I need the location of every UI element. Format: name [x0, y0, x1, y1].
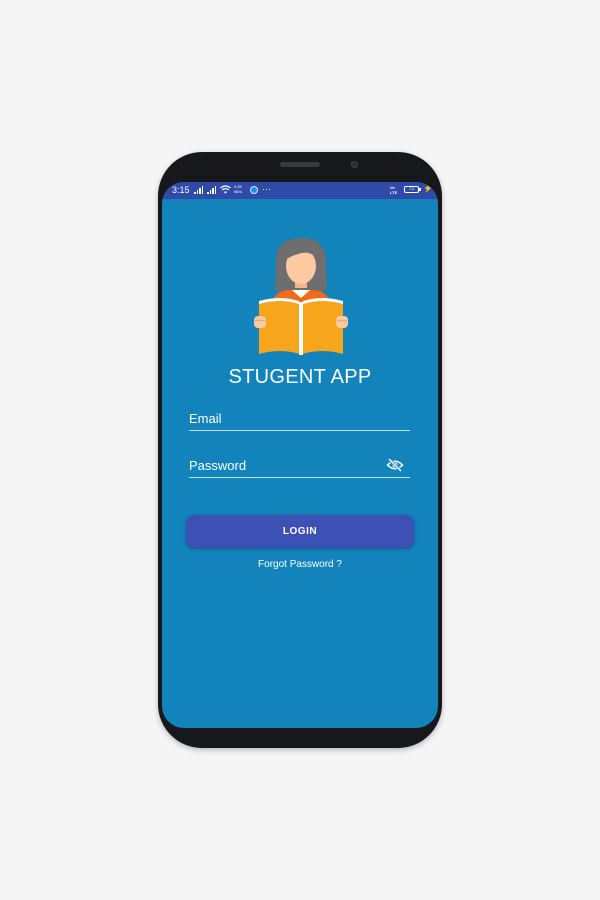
phone-speaker	[280, 162, 320, 167]
app-screen: 3:15 0.25 kB/s ··· Vo LTE 71 ⚡ STUGENT A…	[162, 182, 438, 728]
volte-indicator: Vo LTE	[390, 185, 397, 195]
app-title: STUGENT APP	[228, 366, 372, 388]
battery-percent: 71	[408, 186, 415, 192]
phone-frame: 3:15 0.25 kB/s ··· Vo LTE 71 ⚡ STUGENT A…	[158, 152, 442, 748]
battery-tip	[419, 188, 421, 191]
charging-icon: ⚡	[423, 184, 433, 193]
signal-icon-secondary	[207, 186, 217, 194]
network-speed-unit: kB/s	[234, 189, 242, 194]
forgot-password-link[interactable]: Forgot Password ?	[162, 559, 438, 570]
email-field[interactable]	[189, 408, 410, 431]
notification-app-icon	[250, 186, 258, 194]
wifi-icon	[220, 185, 231, 194]
status-time: 3:15	[172, 185, 190, 195]
phone-camera	[351, 161, 358, 168]
battery-icon: 71	[404, 186, 419, 193]
volte-bottom: LTE	[390, 190, 398, 195]
status-bar: 3:15 0.25 kB/s ··· Vo LTE 71 ⚡	[162, 182, 438, 199]
password-field[interactable]	[189, 455, 410, 478]
student-reading-illustration	[254, 238, 348, 355]
password-input[interactable]	[189, 455, 384, 475]
email-input[interactable]	[189, 408, 384, 428]
login-button[interactable]: LOGIN	[186, 515, 414, 548]
more-notifications-indicator: ···	[262, 184, 271, 194]
eye-off-icon[interactable]	[386, 457, 404, 473]
signal-icon	[194, 186, 204, 194]
network-speed: 0.25 kB/s	[234, 184, 242, 194]
